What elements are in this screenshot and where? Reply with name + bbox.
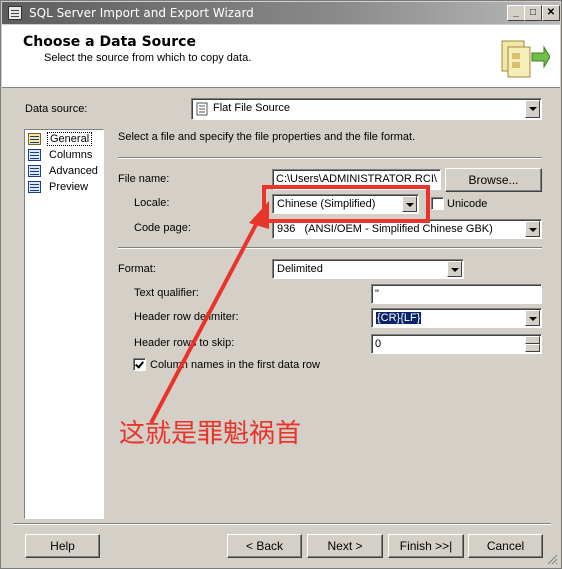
- file-name-value: C:\Users\ADMINISTRATOR.RCI\: [276, 173, 437, 185]
- divider: [13, 523, 551, 525]
- annotation-text: 这就是罪魁祸首: [119, 419, 302, 449]
- minimize-button[interactable]: _: [507, 5, 525, 21]
- help-button[interactable]: Help: [25, 534, 100, 558]
- resize-grip-icon[interactable]: [546, 553, 558, 565]
- nav-item-label: General: [47, 132, 93, 146]
- flat-file-icon: [196, 102, 208, 116]
- page-title: Choose a Data Source: [23, 34, 196, 50]
- header-row-delimiter-select[interactable]: {CR}{LF}: [371, 308, 542, 328]
- divider: [118, 157, 542, 159]
- maximize-button[interactable]: □: [524, 5, 542, 21]
- chevron-down-icon[interactable]: [525, 310, 540, 326]
- title-bar[interactable]: SQL Server Import and Export Wizard _ □ …: [2, 2, 560, 24]
- format-select[interactable]: Delimited: [272, 259, 464, 279]
- chevron-down-icon[interactable]: [525, 221, 540, 237]
- file-name-label: File name:: [118, 173, 170, 185]
- nav-item-columns[interactable]: Columns: [27, 148, 101, 163]
- chevron-down-icon[interactable]: [447, 261, 462, 277]
- general-icon: [28, 133, 41, 145]
- nav-item-label: Columns: [49, 149, 93, 161]
- header-rows-to-skip-value: 0: [375, 338, 382, 350]
- browse-button[interactable]: Browse...: [445, 168, 542, 192]
- data-source-label: Data source:: [25, 103, 88, 115]
- unicode-checkbox[interactable]: [431, 197, 444, 210]
- wizard-window: SQL Server Import and Export Wizard _ □ …: [0, 0, 562, 569]
- annotation-arrow-icon: [149, 201, 269, 424]
- columns-icon: [28, 149, 41, 161]
- text-qualifier-input[interactable]: ": [371, 284, 542, 304]
- spin-up-button[interactable]: [525, 336, 540, 344]
- page-nav-list: General Columns Advanced Preview: [24, 129, 104, 519]
- nav-item-general[interactable]: General: [27, 132, 101, 147]
- nav-item-label: Advanced: [49, 165, 98, 177]
- text-qualifier-value: ": [375, 288, 379, 300]
- wizard-graphic-icon: [501, 40, 550, 78]
- unicode-label: Unicode: [447, 198, 488, 210]
- page-subtitle: Select the source from which to copy dat…: [44, 52, 252, 64]
- app-icon: [8, 6, 22, 20]
- preview-icon: [28, 181, 41, 193]
- nav-item-advanced[interactable]: Advanced: [27, 164, 101, 179]
- data-source-select[interactable]: Flat File Source: [191, 98, 542, 120]
- header-row-delimiter-value: {CR}{LF}: [376, 312, 422, 324]
- cancel-button[interactable]: Cancel: [468, 534, 543, 558]
- spinner-arrows[interactable]: [525, 336, 540, 352]
- highlight-box: [262, 185, 430, 223]
- header-rows-to-skip-stepper[interactable]: 0: [371, 334, 542, 354]
- data-source-value: Flat File Source: [213, 102, 291, 114]
- spin-down-button[interactable]: [525, 344, 540, 352]
- finish-button[interactable]: Finish >>|: [388, 534, 464, 558]
- format-value: Delimited: [277, 263, 323, 275]
- next-button[interactable]: Next >: [307, 534, 383, 558]
- nav-item-preview[interactable]: Preview: [27, 180, 101, 195]
- code-page-value: 936 (ANSI/OEM - Simplified Chinese GBK): [277, 223, 493, 235]
- general-description: Select a file and specify the file prope…: [118, 131, 416, 143]
- close-button[interactable]: ✕: [542, 5, 560, 21]
- advanced-icon: [28, 165, 41, 177]
- window-title: SQL Server Import and Export Wizard: [29, 6, 254, 20]
- nav-item-label: Preview: [49, 181, 89, 193]
- back-button[interactable]: < Back: [227, 534, 302, 558]
- wizard-header: Choose a Data Source Select the source f…: [2, 25, 560, 88]
- chevron-down-icon[interactable]: [525, 100, 540, 118]
